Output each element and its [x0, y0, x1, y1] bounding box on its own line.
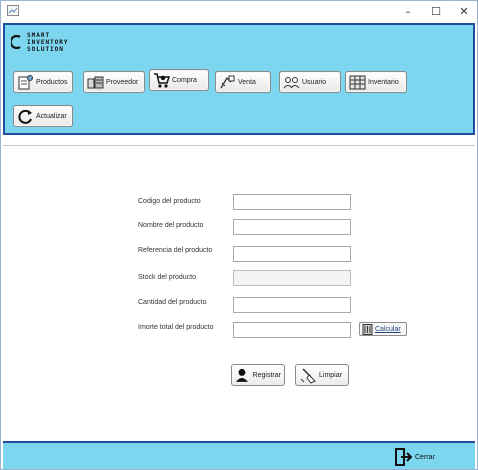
actualizar-label: Actualizar	[36, 112, 67, 120]
cerrar-button[interactable]: Cerrar	[395, 448, 435, 466]
actualizar-button[interactable]: Actualizar	[13, 105, 73, 127]
stock-label: Stock del producto	[138, 274, 196, 281]
cantidad-label: Cantidad del producto	[138, 299, 207, 306]
productos-icon	[18, 74, 33, 89]
productos-label: Productos	[36, 78, 68, 86]
registrar-button[interactable]: Registrar	[231, 364, 285, 386]
navigation-panel: SMART INVENTORY SOLUTION Productos Prove…	[3, 23, 475, 135]
logo-line-2: INVENTORY	[27, 39, 69, 46]
limpiar-button[interactable]: Limpiar	[295, 364, 349, 386]
proveedor-icon	[87, 76, 104, 88]
calcular-label: Calcular	[375, 325, 401, 333]
minimize-button[interactable]: –	[393, 1, 423, 21]
codigo-input[interactable]	[233, 194, 351, 210]
app-window: – ☐ ✕ SMART INVENTORY SOLUTION Productos	[0, 0, 478, 470]
title-bar: – ☐ ✕	[1, 1, 477, 21]
venta-button[interactable]: Venta	[215, 71, 271, 93]
users-icon	[283, 76, 300, 88]
venta-icon	[220, 75, 235, 88]
maximize-button[interactable]: ☐	[421, 1, 451, 21]
inventario-icon	[349, 75, 366, 89]
productos-button[interactable]: Productos	[13, 71, 73, 93]
referencia-label: Referencia del producto	[138, 247, 213, 254]
refresh-icon	[18, 109, 32, 124]
nombre-label: Nombre del producto	[138, 222, 204, 229]
close-window-button[interactable]: ✕	[449, 1, 478, 21]
compra-button[interactable]: Compra	[149, 69, 209, 91]
calculator-icon	[362, 323, 373, 335]
logo-line-3: SOLUTION	[27, 46, 64, 53]
logo-mark-icon	[11, 35, 21, 49]
usuario-button[interactable]: Usuario	[279, 71, 341, 93]
compra-label: Compra	[172, 76, 197, 84]
inventario-label: Inventario	[368, 78, 399, 86]
inventario-button[interactable]: Inventario	[345, 71, 407, 93]
stock-input	[233, 270, 351, 286]
proveedor-label: Proveedor	[106, 78, 139, 86]
limpiar-label: Limpiar	[319, 371, 342, 379]
referencia-input[interactable]	[233, 246, 351, 262]
registrar-label: Registrar	[252, 371, 281, 379]
java-app-icon	[7, 5, 19, 16]
shopping-cart-icon	[154, 72, 170, 88]
cerrar-label: Cerrar	[415, 453, 435, 461]
proveedor-button[interactable]: Proveedor	[83, 71, 145, 93]
register-user-icon	[235, 368, 248, 382]
calcular-button[interactable]: Calcular	[359, 322, 407, 336]
logo-text: SMART INVENTORY SOLUTION	[27, 32, 69, 53]
footer-bar: Cerrar	[3, 441, 475, 469]
importe-input[interactable]	[233, 322, 351, 338]
exit-door-icon	[395, 448, 413, 466]
logo: SMART INVENTORY SOLUTION	[11, 31, 121, 55]
codigo-label: Codigo del producto	[138, 198, 201, 205]
venta-label: Venta	[238, 78, 256, 86]
usuario-label: Usuario	[302, 78, 327, 86]
product-form-panel: Codigo del producto Nombre del producto …	[3, 145, 475, 437]
nombre-input[interactable]	[233, 219, 351, 235]
importe-label: Imorte total del producto	[138, 324, 214, 331]
clean-brush-icon	[300, 368, 316, 384]
cantidad-input[interactable]	[233, 297, 351, 313]
logo-line-1: SMART	[27, 32, 51, 39]
